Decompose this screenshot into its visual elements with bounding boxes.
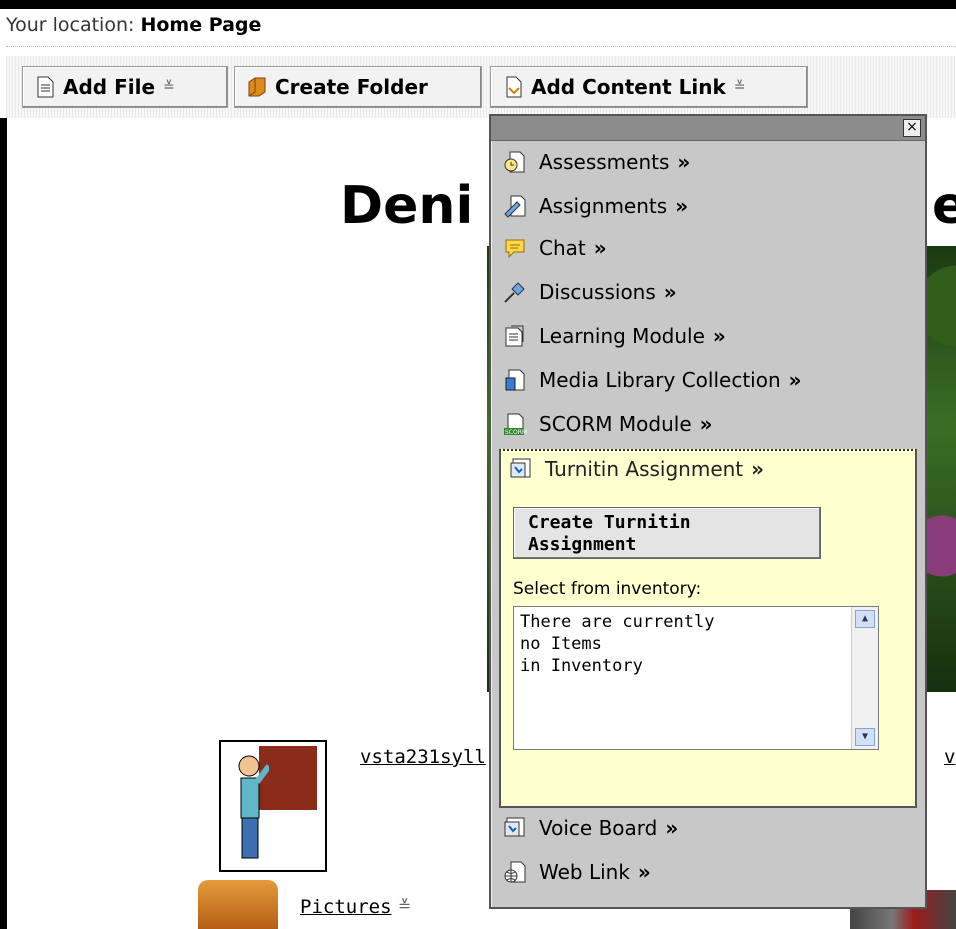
create-turnitin-assignment-button[interactable]: Create Turnitin Assignment: [513, 507, 821, 559]
inventory-text-line: There are currently: [520, 612, 715, 632]
menu-item-chat[interactable]: Chat »: [503, 236, 607, 260]
inventory-text-line: in Inventory: [520, 656, 643, 676]
add-content-link-label: Add Content Link: [531, 75, 726, 99]
menu-item-label: Turnitin Assignment: [545, 457, 744, 481]
person-icon: [238, 755, 269, 859]
location-label: Your location:: [6, 14, 135, 36]
inventory-scrollbar[interactable]: ▲ ▼: [851, 607, 878, 749]
turnitin-icon: [510, 458, 531, 478]
menu-item-learning-module[interactable]: Learning Module »: [503, 324, 726, 348]
inventory-text-line: no Items: [520, 634, 602, 654]
close-icon[interactable]: ×: [903, 119, 921, 137]
menu-item-label: Learning Module: [539, 324, 705, 348]
menu-item-label: Assessments: [539, 150, 670, 174]
learning-module-icon: [505, 325, 524, 347]
menu-item-assignments[interactable]: Assignments »: [503, 194, 688, 218]
breadcrumb-divider: [6, 46, 956, 47]
menu-item-label: Web Link: [539, 860, 630, 884]
page-title-continued: e: [932, 176, 956, 236]
right-link[interactable]: v: [944, 746, 955, 768]
chevron-right-icon: »: [699, 412, 713, 436]
teacher-image[interactable]: [219, 740, 327, 872]
menu-item-web-link[interactable]: Web Link »: [503, 860, 651, 884]
menu-arrow-icon[interactable]: ≚: [398, 896, 411, 915]
menu-item-label: Discussions: [539, 280, 656, 304]
file-icon: [37, 76, 54, 98]
scroll-up-icon[interactable]: ▲: [855, 610, 875, 628]
voice-board-icon: [504, 817, 525, 837]
folder-icon[interactable]: [198, 880, 278, 929]
menu-item-turnitin[interactable]: Turnitin Assignment »: [509, 457, 764, 481]
menu-item-label: Assignments: [539, 194, 668, 218]
menu-item-scorm[interactable]: SCORM SCORM Module »: [503, 412, 713, 436]
menu-item-media-library[interactable]: Media Library Collection »: [503, 368, 802, 392]
menu-item-label: Chat: [539, 236, 586, 260]
chevron-right-icon: »: [593, 236, 607, 260]
location-value: Home Page: [140, 14, 262, 36]
folder-icon: [248, 77, 266, 97]
svg-text:SCORM: SCORM: [505, 429, 527, 436]
menu-item-assessments[interactable]: Assessments »: [503, 150, 690, 174]
chevron-right-icon: »: [751, 457, 765, 481]
chevron-right-icon: »: [677, 150, 691, 174]
add-file-button[interactable]: Add File ≚: [22, 66, 228, 108]
menu-header: ×: [491, 116, 925, 141]
scroll-down-icon[interactable]: ▼: [855, 728, 875, 746]
web-link-icon: [504, 861, 526, 883]
inventory-list[interactable]: There are currently no Items in Inventor…: [513, 606, 879, 750]
toolbar: Add File ≚ Create Folder Add Content Lin…: [6, 56, 956, 118]
menu-item-discussions[interactable]: Discussions »: [503, 280, 677, 304]
add-content-link-button[interactable]: Add Content Link ≚: [490, 66, 808, 108]
chat-icon: [505, 239, 525, 259]
top-bar: [0, 0, 956, 9]
turnitin-panel: Turnitin Assignment » Create Turnitin As…: [499, 449, 917, 808]
chevron-right-icon: »: [675, 194, 689, 218]
scorm-icon: SCORM: [504, 413, 527, 436]
chevron-right-icon: »: [637, 860, 651, 884]
breadcrumb: Your location: Home Page: [6, 14, 261, 36]
inventory-label: Select from inventory:: [513, 579, 702, 599]
content-link-menu: × Assessments » Assignments » Chat » Dis…: [489, 114, 927, 909]
assignments-icon: [504, 195, 526, 218]
media-library-icon: [505, 369, 525, 391]
syllabus-link[interactable]: vsta231syll: [360, 746, 486, 768]
menu-item-label: Voice Board: [539, 816, 658, 840]
assessments-icon: [504, 151, 525, 173]
chevron-right-icon: »: [663, 280, 677, 304]
create-folder-button[interactable]: Create Folder: [234, 66, 482, 108]
page-left-border: [0, 118, 7, 929]
chevron-right-icon: »: [712, 324, 726, 348]
menu-item-label: SCORM Module: [539, 412, 692, 436]
chevron-right-icon: »: [788, 368, 802, 392]
menu-item-label: Media Library Collection: [539, 368, 781, 392]
menu-arrow-icon[interactable]: ≚: [163, 79, 175, 95]
pictures-link[interactable]: Pictures: [300, 896, 392, 918]
menu-arrow-icon[interactable]: ≚: [734, 79, 746, 95]
content-link-icon: [506, 76, 522, 98]
menu-item-voice-board[interactable]: Voice Board »: [503, 816, 678, 840]
discussions-icon: [504, 282, 525, 303]
page-title: Deni: [340, 176, 474, 236]
add-file-label: Add File: [63, 75, 156, 99]
create-folder-label: Create Folder: [275, 75, 428, 99]
chevron-right-icon: »: [665, 816, 679, 840]
